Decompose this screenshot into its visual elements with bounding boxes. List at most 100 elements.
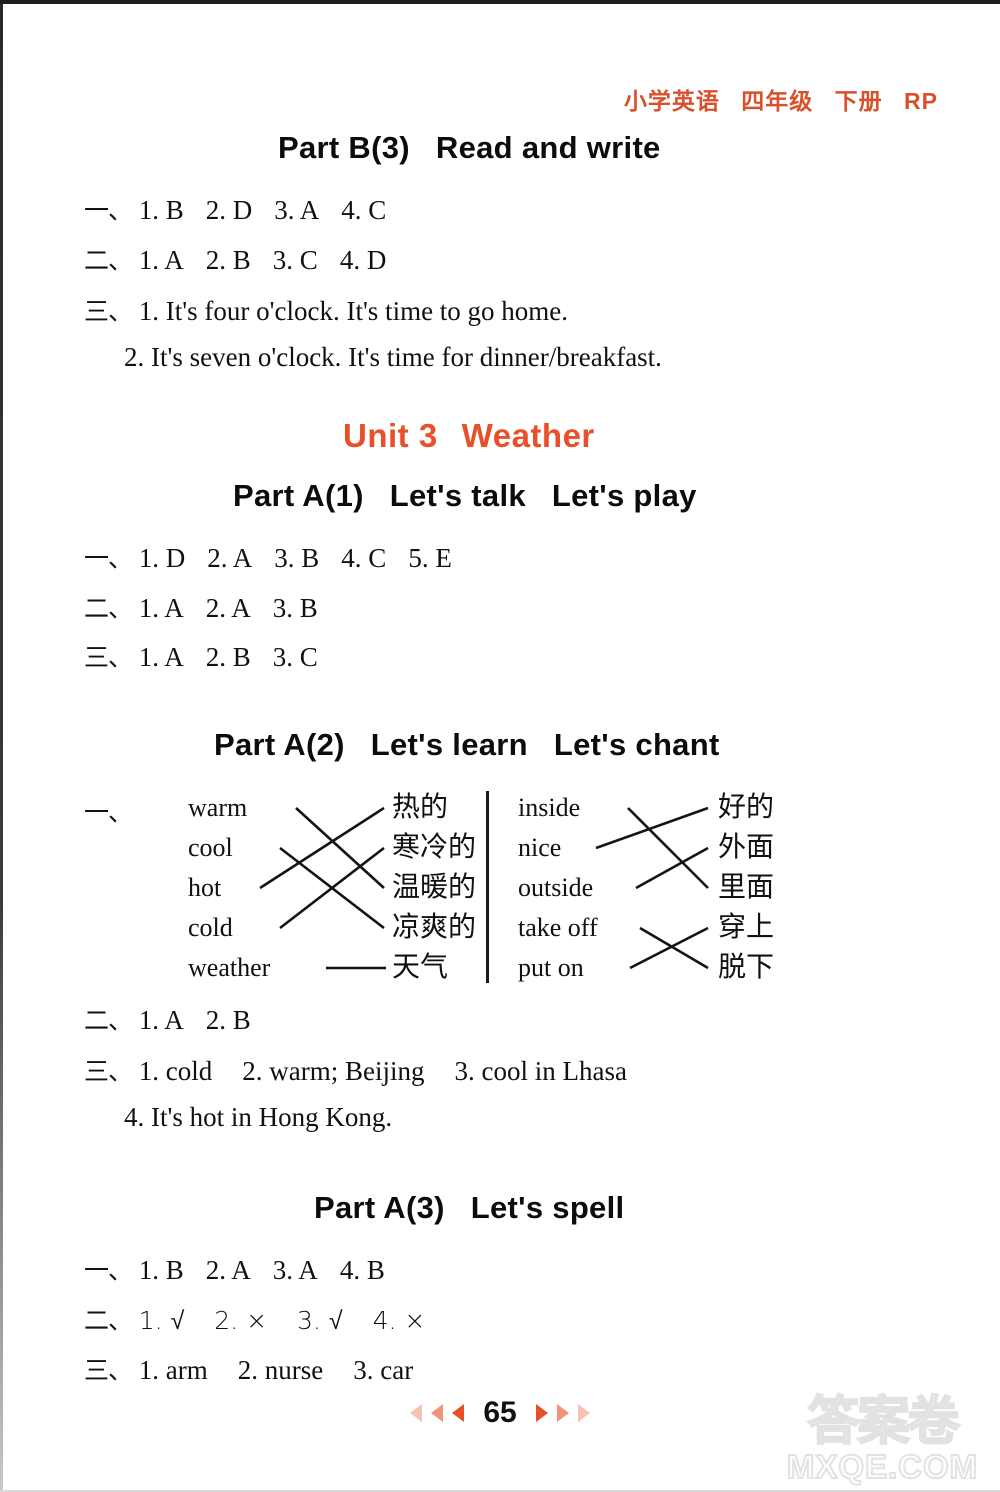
answer-row: 三、 1. cold 2. warm; Beijing 3. cool in Lha… bbox=[84, 1052, 657, 1088]
answer-item: 3. A bbox=[274, 195, 320, 225]
answer-item: 2. A bbox=[205, 593, 251, 623]
answer-row-marker: 一、 bbox=[84, 196, 133, 225]
answer-row: 二、 1. A 2. B 3. C 4. D bbox=[84, 241, 386, 277]
matching-exercise: 一、 warm cool hot cold weather 热的 寒冷的 温暖的… bbox=[84, 785, 844, 985]
answer-row: 2. It's seven o'clock. It's time for din… bbox=[124, 342, 662, 373]
right-triangle-icon bbox=[556, 1404, 569, 1422]
answer-item: 1. B bbox=[138, 195, 184, 225]
header-edition: RP bbox=[904, 88, 938, 114]
matching-definition: 脱下 bbox=[718, 950, 775, 983]
header-volume: 下册 bbox=[834, 88, 883, 114]
answer-item: 2. × bbox=[214, 1306, 268, 1335]
answer-row-marker: 一、 bbox=[84, 544, 133, 573]
matching-definition: 凉爽的 bbox=[392, 910, 477, 943]
section-activity-label-2: Let's play bbox=[551, 478, 697, 513]
section-part-label: Part A(2) bbox=[214, 727, 345, 762]
answer-row: 一、 1. B 2. A 3. A 4. B bbox=[84, 1251, 385, 1287]
answer-row-marker: 二、 bbox=[84, 1006, 133, 1035]
answer-row: 4. It's hot in Hong Kong. bbox=[124, 1102, 392, 1133]
answer-item: 1. It's four o'clock. It's time to go ho… bbox=[138, 296, 569, 326]
unit-name: Weather bbox=[461, 417, 595, 454]
header-grade: 四年级 bbox=[741, 88, 814, 114]
answer-item: 4. B bbox=[339, 1255, 385, 1285]
matching-marker: 一、 bbox=[84, 798, 133, 827]
answer-row: 二、 1. √ 2. × 3. √ 4. × bbox=[84, 1301, 455, 1337]
section-activity-label: Read and write bbox=[435, 130, 661, 165]
answer-row: 三、 1. It's four o'clock. It's time to go… bbox=[84, 292, 568, 328]
section-activity-label: Let's talk bbox=[389, 478, 526, 513]
answer-item: 1. cold bbox=[138, 1056, 213, 1086]
answer-item: 2. A bbox=[205, 1255, 251, 1285]
matching-term: cold bbox=[188, 913, 233, 942]
answer-item: 1. A bbox=[138, 593, 184, 623]
matching-definition: 里面 bbox=[718, 870, 775, 903]
matching-column-right: inside nice outside take off put on 好的 外… bbox=[518, 785, 844, 985]
answer-item: 3. car bbox=[353, 1355, 414, 1385]
page-number: 65 bbox=[483, 1396, 517, 1429]
answer-row-marker: 二、 bbox=[84, 246, 133, 275]
answer-item: 1. A bbox=[138, 245, 184, 275]
matching-term: put on bbox=[518, 953, 584, 982]
answer-row-marker: 二、 bbox=[84, 1306, 133, 1335]
matching-term: hot bbox=[188, 873, 222, 902]
section-part-label: Part B(3) bbox=[278, 130, 410, 165]
section-part-label: Part A(3) bbox=[314, 1190, 445, 1225]
answer-row: 二、 1. A 2. A 3. B bbox=[84, 589, 318, 625]
matching-definition: 寒冷的 bbox=[392, 830, 477, 863]
header-subject: 小学英语 bbox=[623, 88, 720, 114]
answer-item: 5. E bbox=[408, 543, 452, 573]
answer-row: 一、 1. D 2. A 3. B 4. C 5. E bbox=[84, 539, 452, 575]
section-heading-part-a1: Part A(1) Let's talk Let's play bbox=[233, 478, 697, 514]
page-footer: 65 bbox=[0, 1396, 1000, 1430]
answer-row-marker: 一、 bbox=[84, 1256, 133, 1285]
matching-term: outside bbox=[518, 873, 594, 902]
section-heading-part-b3: Part B(3) Read and write bbox=[278, 130, 661, 166]
matching-definition: 好的 bbox=[718, 790, 775, 823]
answer-item: 1. D bbox=[138, 543, 186, 573]
section-heading-part-a2: Part A(2) Let's learn Let's chant bbox=[214, 727, 720, 763]
answer-item: 4. C bbox=[341, 195, 387, 225]
matching-term: inside bbox=[518, 793, 581, 822]
answer-row-marker: 三、 bbox=[84, 1057, 133, 1086]
answer-row: 二、 1. A 2. B bbox=[84, 1001, 251, 1037]
scan-top-edge bbox=[0, 0, 1000, 4]
answer-row: 三、 1. arm 2. nurse 3. car bbox=[84, 1351, 443, 1387]
book-running-header: 小学英语 四年级 下册 RP bbox=[624, 82, 938, 116]
answer-item: 3. B bbox=[272, 593, 318, 623]
matching-column-left: warm cool hot cold weather 热的 寒冷的 温暖的 凉爽… bbox=[188, 785, 518, 985]
left-triangle-icon bbox=[410, 1404, 423, 1422]
answer-row-marker: 三、 bbox=[84, 643, 133, 672]
matching-definition: 外面 bbox=[718, 830, 775, 863]
answer-item: 4. It's hot in Hong Kong. bbox=[124, 1102, 393, 1132]
answer-item: 1. √ bbox=[138, 1306, 185, 1335]
answer-row: 一、 1. B 2. D 3. A 4. C bbox=[84, 191, 386, 227]
answer-row-marker: 二、 bbox=[84, 594, 133, 623]
answer-item: 1. arm bbox=[138, 1355, 208, 1385]
answer-item: 4. × bbox=[372, 1306, 426, 1335]
answer-key-page: 小学英语 四年级 下册 RP Part B(3) Read and write 一… bbox=[0, 0, 1000, 1492]
answer-row-marker: 三、 bbox=[84, 1356, 133, 1385]
unit-number: Unit 3 bbox=[343, 417, 438, 454]
left-triangle-icon bbox=[452, 1404, 465, 1422]
matching-term: cool bbox=[188, 833, 233, 862]
unit-heading: Unit 3 Weather bbox=[343, 417, 595, 455]
answer-item: 1. B bbox=[138, 1255, 184, 1285]
answer-item: 3. cool in Lhasa bbox=[454, 1056, 627, 1086]
answer-row-marker: 三、 bbox=[84, 297, 133, 326]
matching-definition: 天气 bbox=[392, 950, 449, 983]
section-part-label: Part A(1) bbox=[233, 478, 364, 513]
matching-term: warm bbox=[188, 793, 248, 822]
section-activity-label: Let's spell bbox=[470, 1190, 625, 1225]
answer-item: 4. C bbox=[341, 543, 387, 573]
right-triangle-icon bbox=[577, 1404, 590, 1422]
answer-item: 2. B bbox=[205, 642, 251, 672]
answer-item: 2. A bbox=[207, 543, 253, 573]
answer-item: 2. warm; Beijing bbox=[242, 1056, 425, 1086]
answer-item: 2. B bbox=[205, 245, 251, 275]
answer-item: 4. D bbox=[339, 245, 387, 275]
watermark-domain: MXQE.COM bbox=[786, 1447, 979, 1486]
matching-term: weather bbox=[188, 953, 271, 982]
answer-item: 2. It's seven o'clock. It's time for din… bbox=[124, 342, 662, 372]
matching-definition: 热的 bbox=[392, 790, 449, 823]
section-activity-label: Let's learn bbox=[370, 727, 528, 762]
